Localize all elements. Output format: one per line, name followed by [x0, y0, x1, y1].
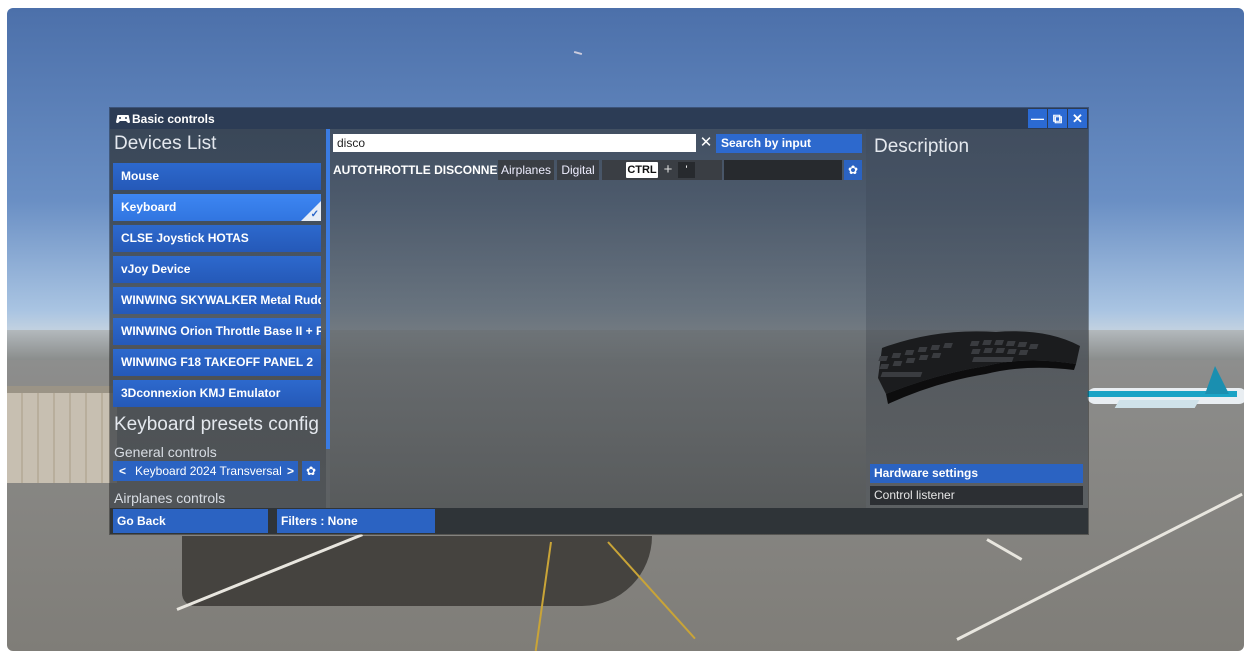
device-label: 3Dconnexion KMJ Emulator	[121, 386, 281, 400]
parked-aircraft	[1087, 366, 1244, 426]
device-item-3dconnexion[interactable]: 3Dconnexion KMJ Emulator	[113, 380, 321, 407]
binding-input-slot-2[interactable]	[724, 160, 842, 180]
tarmac-marking-mid	[986, 538, 1023, 561]
window-title: Basic controls	[132, 112, 215, 126]
aircraft-shadow	[182, 536, 652, 606]
checkmark-icon: ✓	[310, 209, 319, 220]
distant-bird	[573, 50, 583, 56]
key-plus: +	[663, 161, 673, 178]
clear-search-icon[interactable]: ✕	[697, 134, 715, 152]
device-label: Mouse	[121, 169, 160, 183]
key-ctrl: CTRL	[626, 162, 658, 178]
device-item-winwing-throttle[interactable]: WINWING Orion Throttle Base II + F15EX	[113, 318, 321, 345]
device-item-vjoy[interactable]: vJoy Device	[113, 256, 321, 283]
basic-controls-window: Basic controls — ⧉ ✕ Devices List Mouse …	[110, 108, 1088, 534]
go-back-button[interactable]: Go Back	[113, 509, 268, 533]
window-titlebar: Basic controls — ⧉ ✕	[110, 108, 1088, 129]
hardware-settings-button[interactable]: Hardware settings	[870, 464, 1083, 483]
device-item-clse-joystick[interactable]: CLSE Joystick HOTAS	[113, 225, 321, 252]
key-apostrophe: '	[678, 162, 695, 178]
chevron-left-icon[interactable]: <	[119, 461, 126, 481]
device-label: WINWING Orion Throttle Base II + F15EX	[121, 324, 321, 338]
binding-type: Digital	[557, 160, 599, 180]
binding-gear-icon[interactable]: ✿	[844, 160, 862, 180]
general-preset-selector[interactable]: < Keyboard 2024 Transversal >	[113, 461, 298, 481]
hangar-building	[7, 393, 117, 483]
gamepad-icon	[116, 115, 130, 123]
search-by-input-button[interactable]: Search by input	[716, 134, 862, 153]
device-label: WINWING SKYWALKER Metal Rudder Pedals	[121, 293, 321, 307]
airplanes-controls-title: Airplanes controls	[114, 490, 226, 506]
device-label: vJoy Device	[121, 262, 191, 276]
keyboard-presets-title: Keyboard presets config	[114, 414, 319, 435]
description-title: Description	[874, 136, 970, 157]
bindings-panel	[330, 129, 866, 508]
chevron-right-icon[interactable]: >	[287, 461, 294, 481]
binding-action-label[interactable]: AUTOTHROTTLE DISCONNECT	[333, 160, 513, 180]
general-controls-title: General controls	[114, 444, 217, 460]
keyboard-device-image	[878, 331, 1080, 404]
devices-list-title: Devices List	[114, 133, 217, 154]
popout-button[interactable]: ⧉	[1048, 109, 1067, 128]
filters-button[interactable]: Filters : None	[277, 509, 435, 533]
close-button[interactable]: ✕	[1068, 109, 1087, 128]
device-item-mouse[interactable]: Mouse	[113, 163, 321, 190]
device-label: CLSE Joystick HOTAS	[121, 231, 249, 245]
minimize-button[interactable]: —	[1028, 109, 1047, 128]
preset-gear-icon[interactable]: ✿	[302, 461, 320, 481]
device-label: WINWING F18 TAKEOFF PANEL 2	[121, 355, 314, 369]
general-preset-value: Keyboard 2024 Transversal	[135, 464, 282, 478]
device-item-winwing-takeoff-panel[interactable]: WINWING F18 TAKEOFF PANEL 2	[113, 349, 321, 376]
control-listener-button[interactable]: Control listener	[870, 486, 1083, 505]
device-label: Keyboard	[121, 200, 177, 214]
search-input[interactable]	[333, 134, 696, 152]
device-item-keyboard[interactable]: Keyboard ✓	[113, 194, 321, 221]
binding-category: Airplanes	[498, 160, 554, 180]
device-item-winwing-rudder[interactable]: WINWING SKYWALKER Metal Rudder Pedals	[113, 287, 321, 314]
